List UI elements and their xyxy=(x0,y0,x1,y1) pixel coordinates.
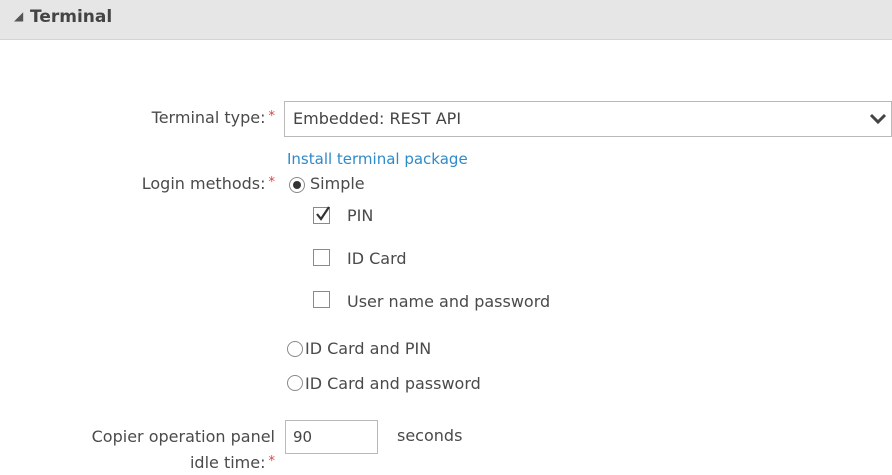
checkbox-id-card-label: ID Card xyxy=(347,249,407,268)
terminal-type-label-text: Terminal type: xyxy=(151,108,266,127)
required-marker: * xyxy=(268,175,276,190)
idle-time-label-line2-text: idle time: xyxy=(189,453,266,472)
radio-simple[interactable] xyxy=(289,177,305,193)
idle-time-input[interactable]: 90 xyxy=(285,420,378,454)
section-header-terminal[interactable]: ◢ Terminal xyxy=(0,0,892,40)
idle-time-label-line2: idle time: * xyxy=(190,453,275,475)
checkbox-username-password[interactable] xyxy=(313,291,330,308)
terminal-type-select[interactable]: Embedded: REST API xyxy=(284,101,892,137)
install-terminal-package-link[interactable]: Install terminal package xyxy=(287,149,468,169)
radio-id-card-and-password[interactable] xyxy=(287,375,303,391)
login-methods-label-text: Login methods: xyxy=(141,174,266,193)
section-title: Terminal xyxy=(30,7,113,27)
checkbox-pin-label: PIN xyxy=(347,206,374,225)
terminal-type-label: Terminal type: * xyxy=(152,108,275,130)
required-marker: * xyxy=(268,109,276,124)
radio-id-card-and-pin-label: ID Card and PIN xyxy=(305,339,432,358)
idle-time-value: 90 xyxy=(293,428,313,446)
radio-id-card-and-password-label: ID Card and password xyxy=(305,374,481,393)
checkbox-pin[interactable] xyxy=(313,206,330,224)
radio-id-card-and-pin[interactable] xyxy=(287,341,303,357)
checkbox-id-card[interactable] xyxy=(313,249,330,266)
checkbox-username-password-label: User name and password xyxy=(347,292,551,311)
required-marker: * xyxy=(268,454,276,469)
checkmark-icon xyxy=(316,206,330,221)
terminal-type-value: Embedded: REST API xyxy=(293,109,462,128)
idle-time-unit: seconds xyxy=(397,426,463,445)
login-methods-label: Login methods: * xyxy=(142,174,275,196)
collapse-triangle-icon[interactable]: ◢ xyxy=(14,10,23,22)
idle-time-label-line1: Copier operation panel xyxy=(91,427,275,446)
chevron-down-icon[interactable] xyxy=(869,111,887,127)
radio-simple-label: Simple xyxy=(310,174,365,193)
